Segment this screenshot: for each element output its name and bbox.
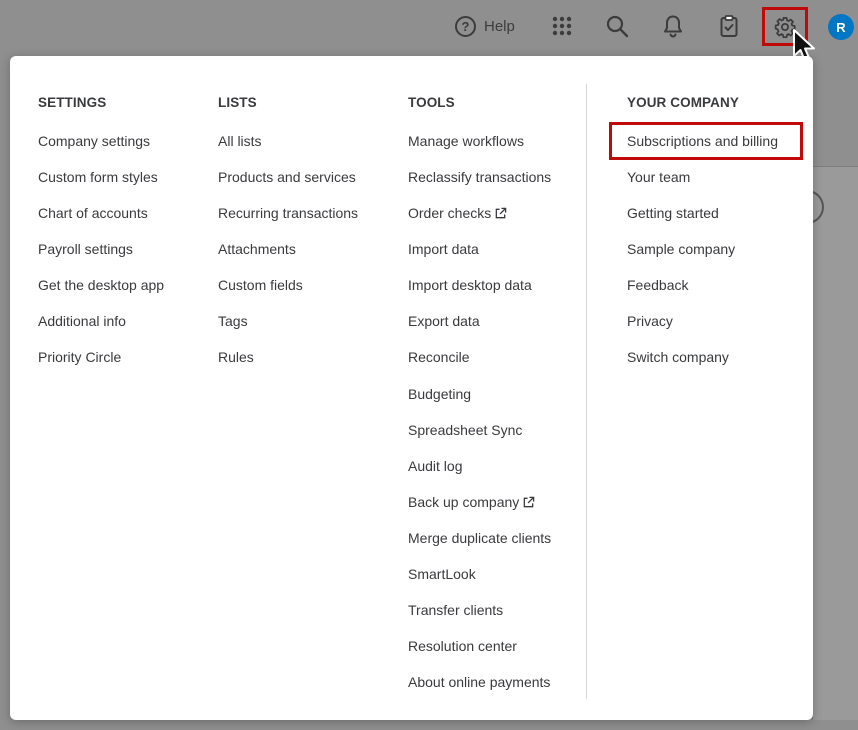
menu-item-order-checks-label: Order checks	[408, 205, 492, 221]
task-clipboard-icon[interactable]	[717, 14, 741, 38]
tools-heading: TOOLS	[408, 95, 455, 110]
menu-item-your-team[interactable]: Your team	[627, 168, 690, 186]
menu-item-manage-workflows[interactable]: Manage workflows	[408, 132, 524, 150]
help-label: Help	[484, 17, 515, 35]
menu-item-rules[interactable]: Rules	[218, 348, 254, 366]
lists-heading: LISTS	[218, 95, 257, 110]
column-divider	[586, 84, 587, 699]
menu-item-reclassify-transactions[interactable]: Reclassify transactions	[408, 168, 551, 186]
menu-item-smartlook[interactable]: SmartLook	[408, 565, 476, 583]
settings-heading: SETTINGS	[38, 95, 107, 110]
menu-item-audit-log[interactable]: Audit log	[408, 457, 462, 475]
menu-item-export-data[interactable]: Export data	[408, 312, 480, 330]
menu-item-company-settings[interactable]: Company settings	[38, 132, 150, 150]
menu-item-get-desktop-app[interactable]: Get the desktop app	[38, 276, 164, 294]
highlight-box-subscriptions	[609, 122, 803, 160]
menu-item-order-checks[interactable]: Order checks	[408, 204, 507, 222]
menu-item-import-data[interactable]: Import data	[408, 240, 479, 258]
menu-item-transfer-clients[interactable]: Transfer clients	[408, 601, 503, 619]
background-page-panel	[812, 166, 858, 720]
menu-item-spreadsheet-sync[interactable]: Spreadsheet Sync	[408, 421, 522, 439]
external-link-icon	[523, 496, 535, 507]
menu-item-additional-info[interactable]: Additional info	[38, 312, 126, 330]
menu-item-custom-fields[interactable]: Custom fields	[218, 276, 303, 294]
menu-item-products-and-services[interactable]: Products and services	[218, 168, 356, 186]
apps-grid-icon[interactable]	[550, 14, 574, 38]
menu-item-custom-form-styles[interactable]: Custom form styles	[38, 168, 158, 186]
menu-item-chart-of-accounts[interactable]: Chart of accounts	[38, 204, 148, 222]
menu-item-all-lists[interactable]: All lists	[218, 132, 262, 150]
menu-item-resolution-center[interactable]: Resolution center	[408, 637, 517, 655]
external-link-icon	[495, 207, 507, 218]
menu-item-merge-duplicate-clients[interactable]: Merge duplicate clients	[408, 529, 551, 547]
menu-item-import-desktop-data[interactable]: Import desktop data	[408, 276, 532, 294]
your-company-heading: YOUR COMPANY	[627, 95, 739, 110]
menu-item-priority-circle[interactable]: Priority Circle	[38, 348, 121, 366]
menu-item-budgeting[interactable]: Budgeting	[408, 385, 471, 403]
menu-item-privacy[interactable]: Privacy	[627, 312, 673, 330]
menu-item-recurring-transactions[interactable]: Recurring transactions	[218, 204, 358, 222]
notification-bell-icon[interactable]	[661, 14, 685, 38]
help-icon: ?	[455, 15, 476, 37]
menu-item-switch-company[interactable]: Switch company	[627, 348, 729, 366]
menu-item-feedback[interactable]: Feedback	[627, 276, 688, 294]
menu-item-getting-started[interactable]: Getting started	[627, 204, 719, 222]
menu-item-back-up-company-label: Back up company	[408, 494, 520, 510]
help-button[interactable]: ? Help	[455, 14, 515, 38]
menu-item-sample-company[interactable]: Sample company	[627, 240, 735, 258]
settings-dropdown-menu: SETTINGS Company settings Custom form st…	[10, 56, 813, 720]
menu-item-attachments[interactable]: Attachments	[218, 240, 296, 258]
menu-item-back-up-company[interactable]: Back up company	[408, 493, 535, 511]
menu-item-payroll-settings[interactable]: Payroll settings	[38, 240, 133, 258]
menu-item-reconcile[interactable]: Reconcile	[408, 348, 469, 366]
user-avatar[interactable]: R	[828, 14, 854, 40]
top-bar: ? Help R	[0, 0, 858, 54]
search-icon[interactable]	[605, 14, 629, 38]
menu-item-about-online-payments[interactable]: About online payments	[408, 673, 550, 691]
menu-item-tags[interactable]: Tags	[218, 312, 248, 330]
